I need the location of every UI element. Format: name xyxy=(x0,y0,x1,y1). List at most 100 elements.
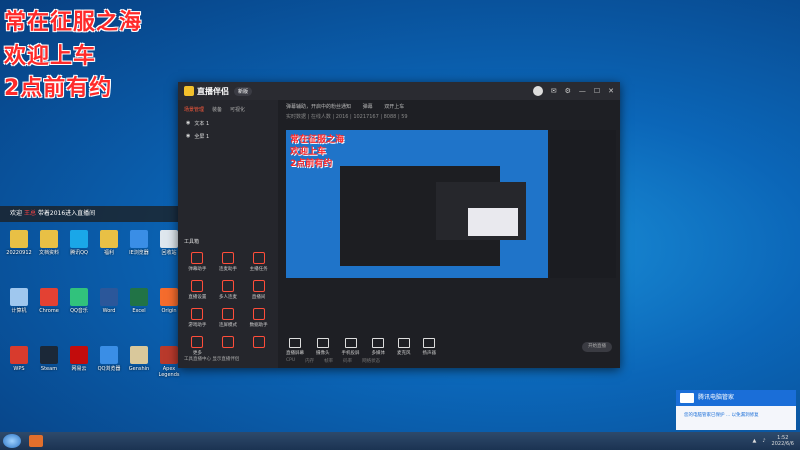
tool-icon xyxy=(252,308,265,320)
overlay-line-2: 欢迎上车 xyxy=(4,44,97,69)
left-footer[interactable]: 工具直播中心 显示直播伴侣 xyxy=(184,356,239,362)
app-title: 直播伴侣 xyxy=(197,86,229,96)
status-item: CPU xyxy=(286,358,296,363)
desktop-icon-label: QQ音乐 xyxy=(70,308,88,314)
desktop-icon[interactable]: Excel xyxy=(124,288,154,314)
clock-date: 2022/6/6 xyxy=(771,441,794,447)
tool-item[interactable]: 多人连麦 xyxy=(213,280,244,300)
tool-icon xyxy=(252,280,265,292)
tool-item[interactable]: 更多 xyxy=(182,336,213,356)
system-tray: ▲ ♪ 1:52 2022/6/6 xyxy=(752,435,794,447)
user-avatar[interactable] xyxy=(532,86,543,96)
desktop-icon[interactable]: Word xyxy=(94,288,124,314)
titlebar-controls: ✉ ⚙ — ☐ ✕ xyxy=(532,86,614,96)
version-badge[interactable]: 新版 xyxy=(234,86,253,96)
control-button[interactable]: 扬声器 xyxy=(423,338,436,356)
desktop-icon[interactable]: WPS xyxy=(4,346,34,372)
dual-action[interactable]: 双开上车 xyxy=(384,104,404,110)
desktop-icon[interactable]: IE浏览器 xyxy=(124,230,154,256)
desktop-icon[interactable]: 计算机 xyxy=(4,288,34,314)
desktop-icon-label: WPS xyxy=(13,366,25,372)
taskbar-app-icon[interactable] xyxy=(29,435,43,447)
tool-label: 数据助手 xyxy=(249,323,268,328)
scene-item[interactable]: ◉ 文本 1 xyxy=(178,117,278,130)
close-icon[interactable]: ✕ xyxy=(608,87,614,95)
start-button[interactable] xyxy=(3,434,21,448)
stream-preview[interactable]: 常在征服之海 欢迎上车 2点前有约 xyxy=(286,130,548,278)
desktop-icon[interactable]: Chrome xyxy=(34,288,64,314)
tool-item[interactable] xyxy=(243,336,274,356)
tool-icon xyxy=(191,252,204,264)
tool-label: 多人连麦 xyxy=(218,295,237,300)
eye-icon[interactable]: ◉ xyxy=(186,133,190,140)
network-icon[interactable]: ▲ xyxy=(752,438,756,444)
control-label: 多媒体 xyxy=(371,351,386,356)
tool-item[interactable]: 连麦助手 xyxy=(213,252,244,272)
start-live-button[interactable]: 开始直播 xyxy=(582,342,612,352)
main-area: 弹幕辅助，开启中的粉丝通知 弹幕 双开上车 实时数据 | 在线人数 | 2016… xyxy=(280,100,620,368)
toolbox-title: 工具箱 xyxy=(184,239,200,245)
desktop-icon-label: 20220912 xyxy=(6,250,32,256)
tool-item[interactable]: 连屏模式 xyxy=(213,308,244,328)
desktop-icon[interactable]: 腾讯QQ xyxy=(64,230,94,256)
tab-scenes[interactable]: 场景管理 xyxy=(184,106,204,113)
control-icon xyxy=(397,338,410,348)
tool-item[interactable]: 弹幕助手 xyxy=(182,252,213,272)
desktop-icon[interactable]: 福利 xyxy=(94,230,124,256)
tool-icon xyxy=(191,308,204,320)
barrage-action[interactable]: 弹幕 xyxy=(363,104,373,110)
tool-item[interactable]: 数据助手 xyxy=(243,308,274,328)
eye-icon[interactable]: ◉ xyxy=(186,120,190,127)
maximize-icon[interactable]: ☐ xyxy=(594,87,600,95)
status-item: 网络状态 xyxy=(362,359,381,364)
tool-icon xyxy=(191,336,204,348)
desktop-icon-label: 福利 xyxy=(103,250,114,256)
tool-item[interactable]: 直播设置 xyxy=(182,280,213,300)
desktop-icon[interactable]: Steam xyxy=(34,346,64,372)
scene-item[interactable]: ◉ 全屏 1 xyxy=(178,130,278,143)
desktop-icon[interactable]: 文档资料 xyxy=(34,230,64,256)
desktop-icon[interactable]: Genshin xyxy=(124,346,154,372)
tool-item[interactable]: 直播间 xyxy=(243,280,274,300)
control-button[interactable]: 麦克风 xyxy=(397,338,411,356)
tool-label: 连麦助手 xyxy=(218,267,237,272)
desktop-icon[interactable]: QQ浏览器 xyxy=(94,346,124,372)
settings-icon[interactable]: ⚙ xyxy=(565,87,571,95)
desktop-app-icon xyxy=(130,230,148,248)
desktop-icon[interactable]: QQ音乐 xyxy=(64,288,94,314)
tool-icon xyxy=(191,280,204,292)
tab-visual[interactable]: 可视化 xyxy=(230,106,245,113)
left-tabs: 场景管理 装备 可视化 xyxy=(178,100,278,117)
tool-item[interactable] xyxy=(213,336,244,356)
clock[interactable]: 1:52 2022/6/6 xyxy=(772,435,794,447)
app-logo: 直播伴侣 xyxy=(184,86,229,97)
desktop-app-icon xyxy=(70,346,88,364)
tool-icon xyxy=(252,252,265,264)
scene-label: 文本 1 xyxy=(194,121,210,127)
desktop-icon[interactable]: 网易云 xyxy=(64,346,94,372)
minimize-icon[interactable]: — xyxy=(579,87,586,95)
tool-label: 游戏助手 xyxy=(188,323,207,328)
mail-icon[interactable]: ✉ xyxy=(551,87,557,95)
desktop-icon-label: Steam xyxy=(40,366,58,372)
info-bar: 弹幕辅助，开启中的粉丝通知 弹幕 双开上车 实时数据 | 在线人数 | 2016… xyxy=(280,100,620,124)
security-body: 您的电脑管家已保护 ... 以免漏洞修复 xyxy=(684,413,759,418)
volume-icon[interactable]: ♪ xyxy=(762,438,765,444)
app-titlebar: 直播伴侣 新版 ✉ ⚙ — ☐ ✕ xyxy=(178,82,620,100)
desktop-app-icon xyxy=(70,288,88,306)
desktop-app-icon xyxy=(10,346,28,364)
desktop-icon[interactable]: 20220912 xyxy=(4,230,34,256)
control-icon xyxy=(289,338,301,348)
app-logo-icon xyxy=(184,86,194,96)
security-popup[interactable]: 腾讯电脑管家 您的电脑管家已保护 ... 以免漏洞修复 xyxy=(676,390,796,430)
tool-label: 弹幕助手 xyxy=(188,267,207,272)
control-button[interactable]: 多媒体 xyxy=(371,338,386,356)
control-button[interactable]: 摄像头 xyxy=(316,338,330,356)
tool-item[interactable]: 游戏助手 xyxy=(182,308,213,328)
control-button[interactable]: 手机投屏 xyxy=(342,338,360,356)
info-line-2: 实时数据 | 在线人数 | 2016 | 10217167 | 8088 | 5… xyxy=(286,114,408,120)
control-button[interactable]: 直播屏幕 xyxy=(286,338,304,356)
desktop-app-icon xyxy=(10,230,28,248)
tab-gear[interactable]: 装备 xyxy=(212,106,222,113)
tool-item[interactable]: 主播任务 xyxy=(243,252,274,272)
